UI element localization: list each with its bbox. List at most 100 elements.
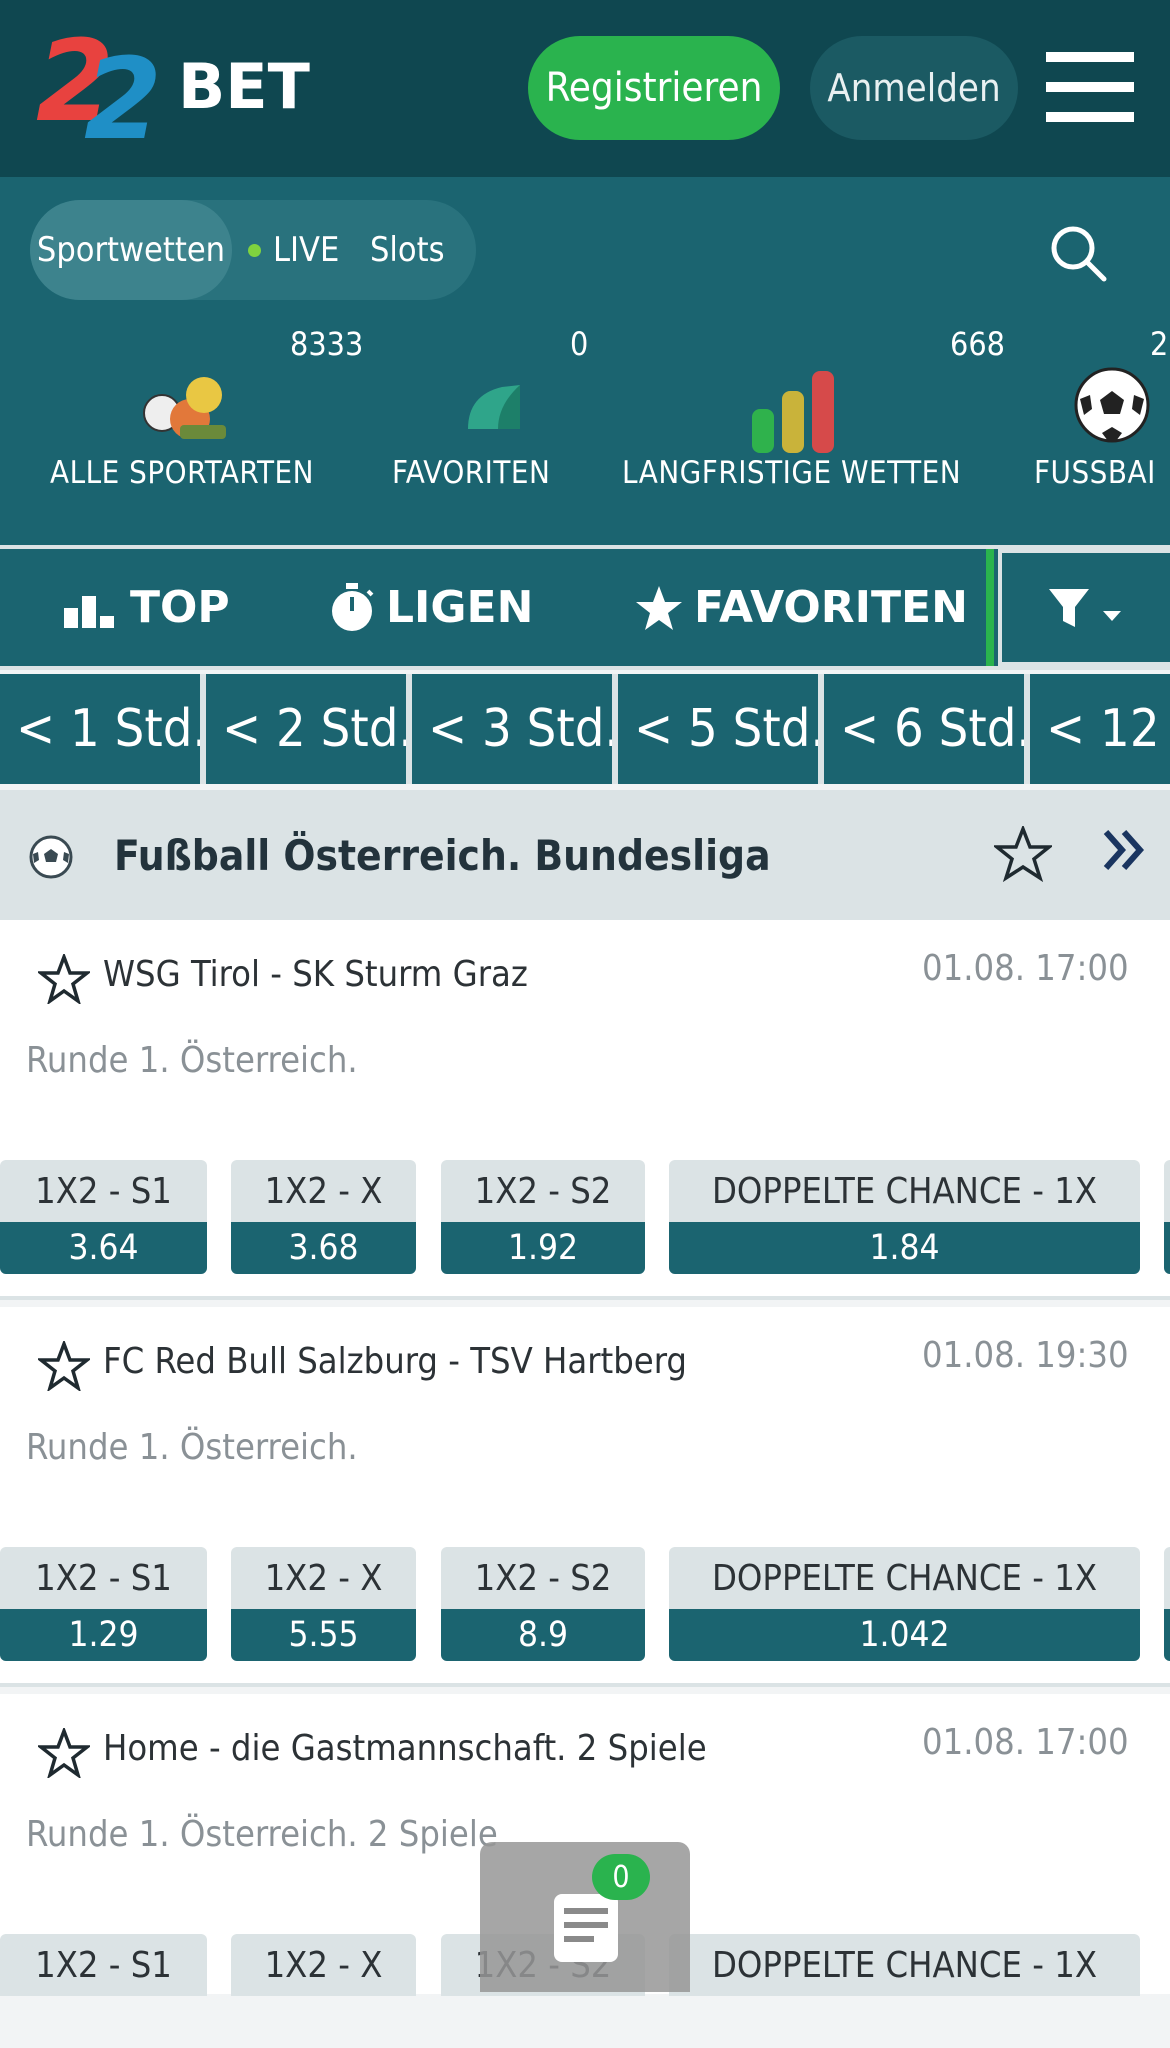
time-filter-bar: < 1 Std. < 2 Std. < 3 Std. < 5 Std. < 6 … xyxy=(0,674,1170,784)
football-icon xyxy=(1074,367,1150,443)
tab-slots[interactable]: Slots xyxy=(370,200,445,300)
live-dot-icon xyxy=(248,243,261,257)
odds-value: 3.68 xyxy=(231,1222,416,1274)
tab-live-label: LIVE xyxy=(273,230,340,270)
time-filter-6h[interactable]: < 6 Std. xyxy=(824,674,1024,784)
odds-value: 1.84 xyxy=(669,1222,1140,1274)
time-filter-5h[interactable]: < 5 Std. xyxy=(618,674,818,784)
odds-label: DOPPELTE CHANCE - 1X xyxy=(669,1934,1140,1996)
odds-value: 1.92 xyxy=(441,1222,645,1274)
odds-button[interactable]: 1X2 - S2 1.92 xyxy=(441,1160,645,1274)
odds-button[interactable]: 1X2 - S2 8.9 xyxy=(441,1547,645,1661)
bet-slip-button[interactable] xyxy=(480,1842,690,1992)
odds-button[interactable]: 1X2 - X xyxy=(231,1934,416,2048)
time-filter-3h[interactable]: < 3 Std. xyxy=(412,674,612,784)
odds-label: DOPPELTE CHANCE - 1X xyxy=(669,1547,1140,1609)
svg-text:BET: BET xyxy=(178,50,310,123)
section-switcher: Sportwetten LIVE Slots xyxy=(30,200,476,300)
filter-tabs: TOP LIGEN FAVORITEN xyxy=(0,545,1170,670)
logo-22bet[interactable]: 2 2 BET xyxy=(36,28,346,148)
odds-label: 1X2 - X xyxy=(231,1547,416,1609)
double-chevron-right-icon[interactable] xyxy=(1100,826,1148,874)
odds-value: 3.64 xyxy=(0,1222,207,1274)
favorites-icon xyxy=(468,385,520,429)
odds-label: 1X2 - S1 xyxy=(0,1160,207,1222)
match-round: Runde 1. Österreich. xyxy=(26,1040,358,1081)
favorite-star-icon[interactable] xyxy=(38,1728,90,1778)
time-filter-1h[interactable]: < 1 Std. xyxy=(0,674,200,784)
league-title: Fußball Österreich. Bundesliga xyxy=(114,830,771,880)
match-datetime: 01.08. 19:30 xyxy=(922,1335,1129,1376)
odds-label: 1X2 - X xyxy=(231,1934,416,1996)
category-label: LANGFRISTIGE WETTEN xyxy=(622,455,962,491)
odds-button[interactable]: 1X2 - S1 3.64 xyxy=(0,1160,207,1274)
tab-sportwetten[interactable]: Sportwetten xyxy=(30,200,232,300)
odds-value: 1.042 xyxy=(669,1609,1140,1661)
svg-text:2: 2 xyxy=(84,35,162,148)
odds-button[interactable]: DOPPELTE CHANCE - 1X 1.042 xyxy=(669,1547,1140,1661)
match-title: Home - die Gastmannschaft. 2 Spiele xyxy=(103,1728,707,1769)
match-title: WSG Tirol - SK Sturm Graz xyxy=(103,954,528,995)
category-count: 668 xyxy=(950,325,1005,363)
top-header: 2 2 BET Registrieren Anmelden xyxy=(0,0,1170,177)
tab-favorites-label: FAVORITEN xyxy=(694,582,968,633)
login-button[interactable]: Anmelden xyxy=(810,36,1018,140)
time-filter-12h[interactable]: < 12 S xyxy=(1030,674,1170,784)
tab-favorites[interactable]: FAVORITEN xyxy=(634,549,968,666)
search-icon[interactable] xyxy=(1048,223,1108,283)
odds-value: 8.9 xyxy=(441,1609,645,1661)
tab-divider xyxy=(986,549,994,666)
match-datetime: 01.08. 17:00 xyxy=(922,1722,1129,1763)
time-filter-2h[interactable]: < 2 Std. xyxy=(206,674,406,784)
bar-chart-small-icon xyxy=(64,595,114,628)
star-filled-icon xyxy=(636,585,682,630)
category-count: 0 xyxy=(570,325,589,363)
bet-slip-icon xyxy=(554,1894,618,1962)
match-title: FC Red Bull Salzburg - TSV Hartberg xyxy=(103,1341,687,1382)
bar-chart-icon xyxy=(752,371,834,453)
filter-button[interactable] xyxy=(998,549,1170,666)
favorite-star-icon[interactable] xyxy=(38,954,90,1004)
filter-funnel-icon xyxy=(1049,588,1121,627)
match-round: Runde 1. Österreich. xyxy=(26,1427,358,1468)
football-icon xyxy=(29,835,73,879)
stopwatch-icon xyxy=(332,582,374,631)
tab-leagues-label: LIGEN xyxy=(386,582,534,633)
odds-button[interactable]: 1X2 - S1 xyxy=(0,1934,207,2048)
category-label: FAVORITEN xyxy=(392,455,551,491)
odds-value: 5.55 xyxy=(231,1609,416,1661)
tab-live[interactable]: LIVE xyxy=(248,200,339,300)
tab-top[interactable]: TOP xyxy=(64,549,230,666)
tab-leagues[interactable]: LIGEN xyxy=(328,549,533,666)
category-label: FUSSBAI xyxy=(1034,455,1156,491)
category-count: 2 xyxy=(1150,325,1169,363)
league-favorite-star-icon[interactable] xyxy=(994,826,1052,882)
sports-balls-icon xyxy=(143,377,226,439)
odds-button[interactable]: 1X2 - S1 1.29 xyxy=(0,1547,207,1661)
match-card[interactable]: FC Red Bull Salzburg - TSV Hartberg 01.0… xyxy=(0,1307,1170,1687)
odds-button-partial[interactable] xyxy=(1164,1547,1170,1661)
category-count: 8333 xyxy=(290,325,364,363)
odds-value: 1.29 xyxy=(0,1609,207,1661)
tab-top-label: TOP xyxy=(130,582,230,633)
match-card[interactable]: WSG Tirol - SK Sturm Graz 01.08. 17:00 R… xyxy=(0,920,1170,1300)
odds-label: 1X2 - S2 xyxy=(441,1547,645,1609)
odds-button-partial[interactable] xyxy=(1164,1160,1170,1274)
category-label: ALLE SPORTARTEN xyxy=(50,455,315,491)
sports-nav: Sportwetten LIVE Slots 8333 ALLE SPORTAR… xyxy=(0,177,1170,545)
odds-label: 1X2 - X xyxy=(231,1160,416,1222)
match-datetime: 01.08. 17:00 xyxy=(922,948,1129,989)
menu-icon[interactable] xyxy=(1046,52,1134,122)
odds-button[interactable]: DOPPELTE CHANCE - 1X 1.84 xyxy=(669,1160,1140,1274)
odds-button[interactable]: DOPPELTE CHANCE - 1X xyxy=(669,1934,1140,2048)
match-round: Runde 1. Österreich. 2 Spiele xyxy=(26,1814,498,1855)
odds-label: 1X2 - S1 xyxy=(0,1547,207,1609)
odds-label: DOPPELTE CHANCE - 1X xyxy=(669,1160,1140,1222)
odds-button[interactable]: 1X2 - X 5.55 xyxy=(231,1547,416,1661)
bet-slip-count-badge: 0 xyxy=(592,1854,650,1900)
favorite-star-icon[interactable] xyxy=(38,1341,90,1391)
register-button[interactable]: Registrieren xyxy=(528,36,780,140)
odds-label: 1X2 - S1 xyxy=(0,1934,207,1996)
odds-button[interactable]: 1X2 - X 3.68 xyxy=(231,1160,416,1274)
odds-label: 1X2 - S2 xyxy=(441,1160,645,1222)
